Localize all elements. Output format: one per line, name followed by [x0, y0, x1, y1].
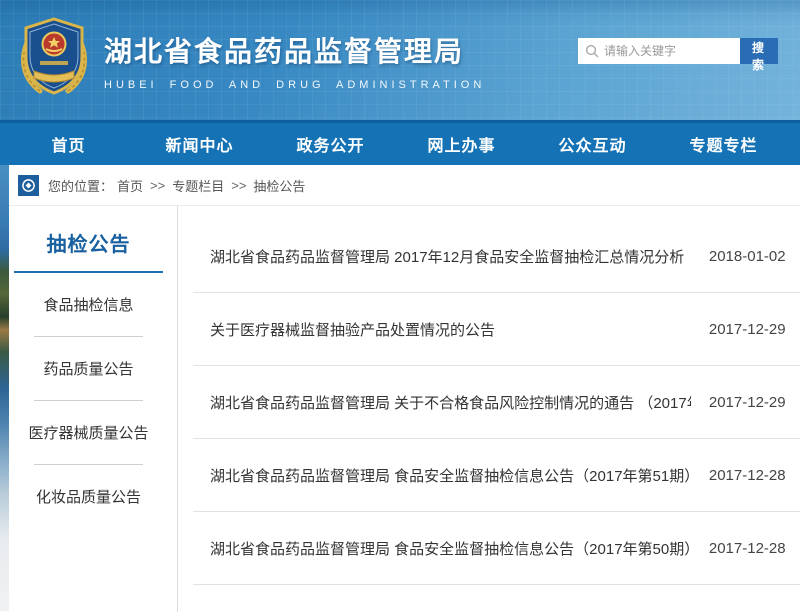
breadcrumb-separator: >> — [150, 178, 165, 193]
breadcrumb-link-home[interactable]: 首页 — [117, 176, 143, 195]
nav-item-online-services[interactable]: 网上办事 — [396, 123, 527, 165]
nav-item-home[interactable]: 首页 — [3, 123, 134, 165]
announcement-date: 2017-12-28 — [709, 467, 786, 484]
breadcrumb-separator: >> — [231, 178, 246, 193]
site-header: 湖北省食品药品监督管理局 HUBEI FOOD AND DRUG ADMINIS… — [0, 0, 800, 120]
search-button[interactable]: 搜 索 — [740, 38, 778, 64]
nav-item-gov-affairs[interactable]: 政务公开 — [265, 123, 396, 165]
agency-badge-logo-icon — [18, 15, 90, 97]
site-subtitle: HUBEI FOOD AND DRUG ADMINISTRATION — [104, 79, 485, 91]
announcement-date: 2017-12-29 — [709, 321, 786, 338]
list-item: 湖北省食品药品监督管理局 食品安全监督抽检信息公告（2017年第51期） 201… — [193, 439, 800, 512]
announcement-date: 2017-12-29 — [709, 394, 786, 411]
nav-item-news[interactable]: 新闻中心 — [134, 123, 265, 165]
site-title: 湖北省食品药品监督管理局 — [104, 30, 485, 70]
breadcrumb-label: 您的位置： — [48, 176, 113, 195]
announcement-list: 湖北省食品药品监督管理局 2017年12月食品安全监督抽检汇总情况分析 2018… — [178, 206, 800, 612]
search-icon — [585, 44, 599, 58]
breadcrumb: 您的位置： 首页 >> 专题栏目 >> 抽检公告 — [0, 165, 800, 206]
left-edge-photo-strip — [0, 165, 9, 611]
nav-item-special-topics[interactable]: 专题专栏 — [658, 123, 789, 165]
announcement-title-link[interactable]: 关于医疗器械监督抽验产品处置情况的公告 — [210, 319, 495, 340]
sidebar-item-food-sampling-info[interactable]: 食品抽检信息 — [0, 273, 177, 336]
breadcrumb-link-sampling-notices[interactable]: 抽检公告 — [253, 176, 305, 195]
sidebar-item-drug-quality-notice[interactable]: 药品质量公告 — [0, 337, 177, 400]
sidebar-item-medical-device-quality-notice[interactable]: 医疗器械质量公告 — [0, 401, 177, 464]
site-title-block: 湖北省食品药品监督管理局 HUBEI FOOD AND DRUG ADMINIS… — [104, 30, 485, 91]
announcement-title-link[interactable]: 湖北省食品药品监督管理局 食品安全监督抽检信息公告（2017年第51期） — [210, 465, 691, 486]
list-item: 湖北省食品药品监督管理局 2017年12月食品安全监督抽检汇总情况分析 2018… — [193, 220, 800, 293]
list-item: 湖北省食品药品监督管理局 关于不合格食品风险控制情况的通告 （2017年第...… — [193, 366, 800, 439]
announcement-date: 2017-12-28 — [709, 540, 786, 557]
announcement-title-link[interactable]: 湖北省食品药品监督管理局 关于不合格食品风险控制情况的通告 （2017年第... — [210, 392, 691, 413]
announcement-title-link[interactable]: 湖北省食品药品监督管理局 2017年12月食品安全监督抽检汇总情况分析 — [210, 246, 684, 267]
sidebar: 抽检公告 食品抽检信息 药品质量公告 医疗器械质量公告 化妆品质量公告 — [0, 206, 178, 612]
list-item: 湖北省食品药品监督管理局 食品安全监督抽检信息公告（2017年第50期） 201… — [193, 512, 800, 585]
announcement-title-link[interactable]: 湖北省食品药品监督管理局 食品安全监督抽检信息公告（2017年第50期） — [210, 538, 691, 559]
sidebar-item-cosmetics-quality-notice[interactable]: 化妆品质量公告 — [0, 465, 177, 528]
announcement-date: 2018-01-02 — [709, 248, 786, 265]
main-content: 抽检公告 食品抽检信息 药品质量公告 医疗器械质量公告 化妆品质量公告 湖北省食… — [0, 206, 800, 612]
breadcrumb-link-special-topics[interactable]: 专题栏目 — [172, 176, 224, 195]
sidebar-title: 抽检公告 — [0, 220, 177, 271]
location-icon — [18, 175, 39, 196]
nav-item-public-interaction[interactable]: 公众互动 — [527, 123, 658, 165]
search-input[interactable] — [578, 38, 740, 64]
list-item: 关于医疗器械监督抽验产品处置情况的公告 2017-12-29 — [193, 293, 800, 366]
main-nav: 首页 新闻中心 政务公开 网上办事 公众互动 专题专栏 — [0, 120, 800, 165]
search-bar: 搜 索 — [578, 38, 778, 64]
